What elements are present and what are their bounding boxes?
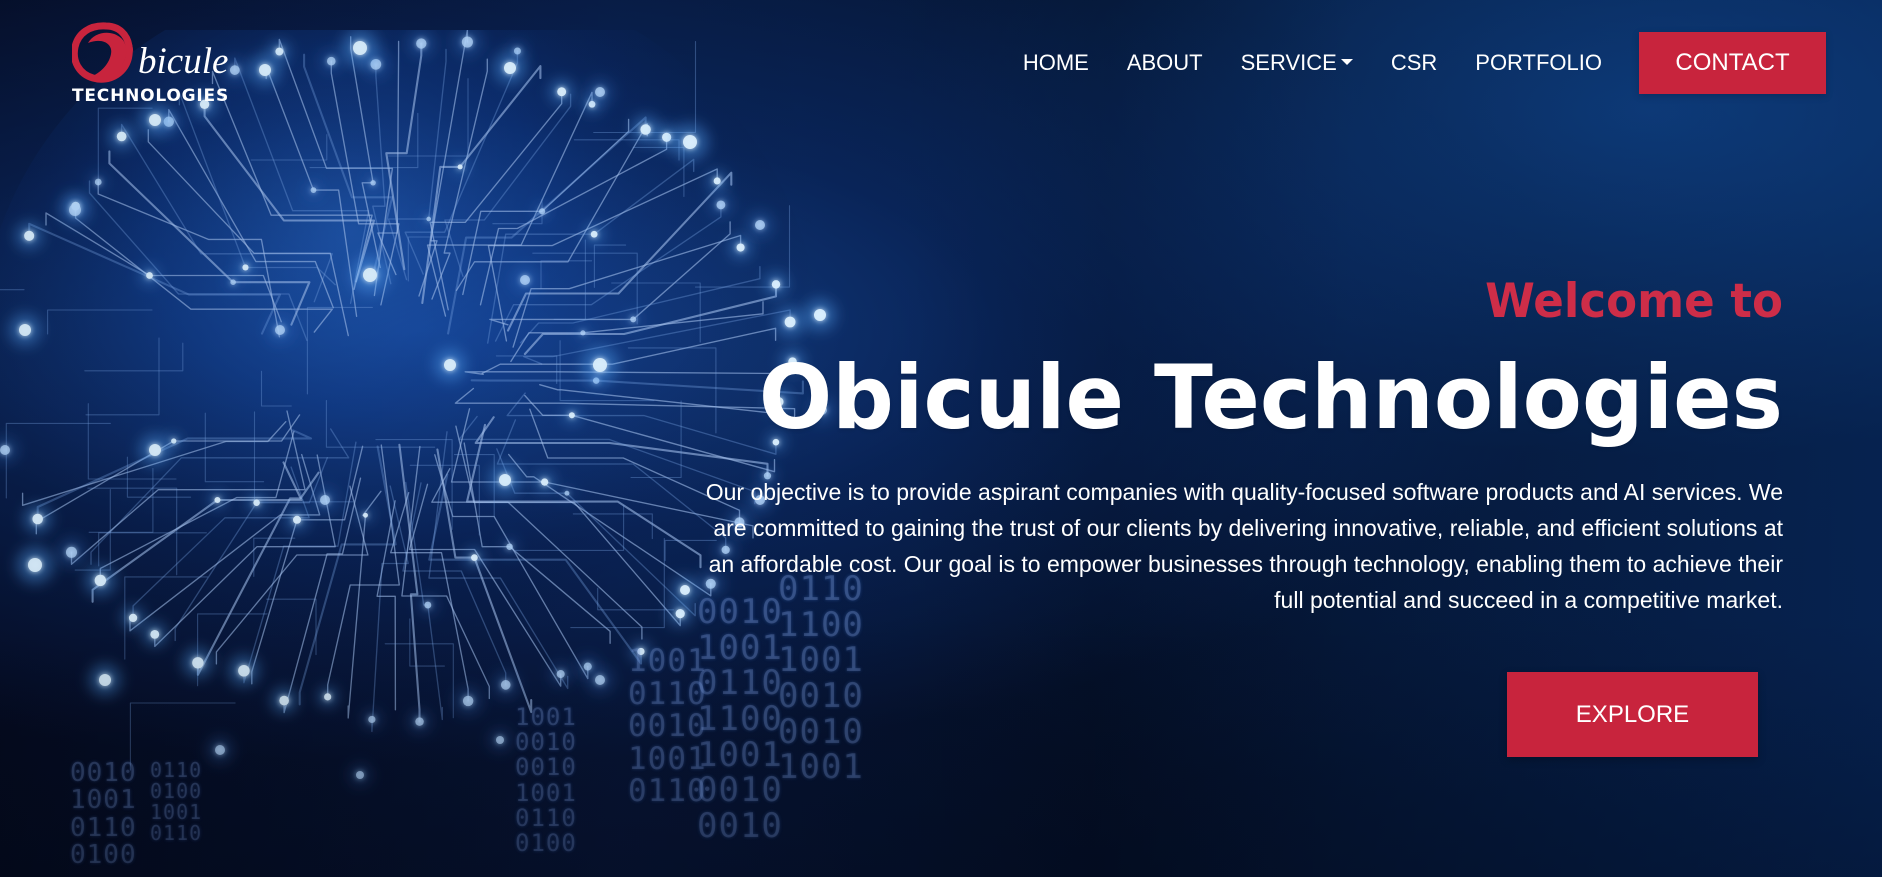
circuit-node — [568, 412, 575, 419]
circuit-node — [556, 669, 565, 679]
circuit-node — [462, 695, 474, 707]
circuit-node — [214, 497, 221, 504]
circuit-node — [99, 674, 111, 686]
circuit-node — [557, 87, 567, 97]
circuit-node — [504, 62, 516, 74]
circuit-node — [238, 664, 250, 677]
circuit-node — [471, 554, 478, 561]
circuit-node — [506, 543, 513, 550]
circuit-node — [716, 200, 726, 210]
page-title: Obicule Technologies — [758, 346, 1784, 449]
circuit-node — [0, 445, 10, 455]
circuit-node — [630, 316, 637, 323]
circuit-node — [128, 613, 138, 623]
circuit-node — [662, 132, 672, 142]
circuit-node — [583, 662, 592, 671]
logo-tagline: TECHNOLOGIES — [72, 86, 230, 106]
nav-csr-link[interactable]: CSR — [1391, 52, 1437, 74]
company-logo[interactable]: bicule TECHNOLOGIES — [72, 20, 232, 112]
circuit-node — [593, 358, 607, 372]
hero-content: Welcome to Obicule Technologies Our obje… — [653, 278, 1783, 618]
circuit-node — [595, 675, 605, 685]
circuit-node — [149, 444, 161, 456]
explore-button[interactable]: EXPLORE — [1507, 672, 1758, 757]
circuit-node — [755, 220, 765, 230]
circuit-node — [564, 490, 570, 496]
circuit-node — [310, 187, 317, 193]
circuit-node — [94, 574, 107, 587]
circuit-node — [595, 87, 605, 97]
circuit-node — [426, 216, 432, 222]
circuit-node — [275, 47, 284, 56]
circuit-node — [19, 324, 31, 336]
nav-service-label: SERVICE — [1240, 50, 1337, 75]
circuit-node — [736, 243, 745, 252]
circuit-node — [416, 38, 427, 49]
circuit-node — [28, 558, 42, 572]
circuit-node — [461, 36, 473, 48]
circuit-node — [327, 56, 336, 66]
circuit-node — [424, 601, 432, 609]
circuit-node — [24, 230, 35, 241]
circuit-node — [637, 647, 645, 656]
nav-about-link[interactable]: ABOUT — [1127, 52, 1203, 74]
red-circle-o-logo-icon — [72, 22, 134, 83]
circuit-node — [496, 736, 504, 744]
circuit-node — [590, 230, 598, 238]
circuit-node — [275, 325, 285, 335]
nav-portfolio-link[interactable]: PORTFOLIO — [1475, 52, 1602, 74]
circuit-node — [259, 64, 271, 76]
circuit-node — [539, 208, 546, 215]
circuit-node — [192, 657, 204, 669]
circuit-node — [149, 114, 161, 126]
nav-home-link[interactable]: HOME — [1023, 52, 1089, 74]
circuit-node — [370, 180, 376, 186]
main-navigation: HOME ABOUT SERVICE CSR PORTFOLIO CONTACT — [1023, 32, 1826, 94]
circuit-node — [32, 513, 43, 525]
circuit-node — [230, 279, 236, 285]
circuit-node — [116, 131, 127, 142]
circuit-node — [520, 275, 530, 285]
circuit-node — [580, 330, 586, 336]
circuit-node — [500, 680, 511, 690]
circuit-node — [368, 715, 376, 724]
contact-button[interactable]: CONTACT — [1639, 32, 1826, 94]
logo-wordmark: bicule — [138, 41, 229, 82]
circuit-node — [253, 499, 260, 506]
circuit-node — [363, 268, 377, 282]
circuit-node — [444, 359, 456, 371]
hero-description: Our objective is to provide aspirant com… — [705, 479, 1783, 613]
circuit-node — [683, 135, 697, 149]
circuit-node — [65, 546, 78, 558]
circuit-node — [363, 512, 368, 518]
chevron-down-icon — [1340, 59, 1353, 65]
circuit-node — [324, 693, 332, 701]
circuit-node — [640, 124, 651, 135]
circuit-node — [146, 272, 153, 279]
circuit-node — [279, 695, 289, 706]
circuit-node — [540, 478, 549, 486]
circuit-node — [69, 204, 81, 216]
nav-service-dropdown[interactable]: SERVICE — [1241, 52, 1353, 74]
circuit-node — [457, 164, 463, 170]
circuit-node — [150, 629, 160, 639]
welcome-heading: Welcome to — [1485, 274, 1783, 329]
circuit-node — [293, 515, 302, 524]
circuit-node — [713, 177, 721, 185]
circuit-node — [415, 717, 424, 726]
circuit-node — [171, 438, 177, 444]
hero-section: 0010 1001 0110 0100 0110 0100 1001 0110 1001 0110… — [0, 0, 1882, 877]
circuit-node — [320, 495, 330, 505]
circuit-node — [242, 264, 249, 271]
circuit-node — [499, 474, 511, 486]
circuit-node — [94, 178, 102, 186]
circuit-node — [356, 771, 364, 779]
circuit-node — [353, 41, 367, 55]
circuit-node — [215, 745, 225, 755]
